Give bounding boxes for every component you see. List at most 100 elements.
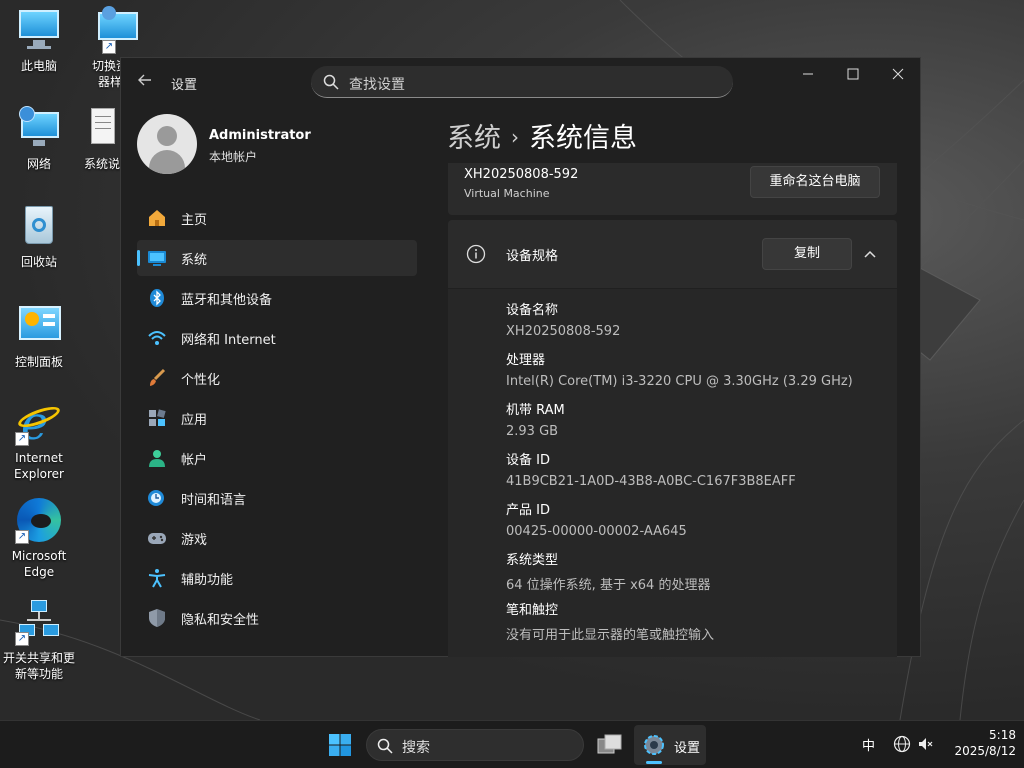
settings-search-input[interactable]: 查找设置 [311,66,733,98]
device-specs-body: 设备名称 XH20250808-592 处理器 Intel(R) Core(TM… [448,289,897,657]
brush-icon [150,368,166,386]
label-line: Edge [23,565,55,579]
device-model: Virtual Machine [464,187,550,200]
sidebar-item-accounts[interactable]: 帐户 [137,440,417,476]
sidebar-item-label: 个性化 [181,372,221,388]
device-name-card: XH20250808-592 Virtual Machine 重命名这台电脑 [448,163,897,215]
accessibility-icon [148,569,166,588]
spec-key: 处理器 [506,353,546,368]
sidebar-item-time-language[interactable]: 时间和语言 [137,480,417,516]
taskbar-app-settings[interactable]: 设置 [634,725,706,765]
sidebar-item-gaming[interactable]: 游戏 [137,520,417,556]
spec-value: 00425-00000-00002-AA645 [506,524,687,539]
computer-icon [15,6,63,54]
desktop-icon-this-pc[interactable]: 此电脑 [1,6,77,74]
spec-value: 41B9CB21-1A0D-43B8-A0BC-C167F3B8EAFF [506,474,796,489]
sidebar-item-privacy[interactable]: 隐私和安全性 [137,600,417,636]
sidebar-item-home[interactable]: 主页 [137,200,417,236]
running-indicator [646,761,662,764]
account-type: 本地帐户 [209,150,258,164]
taskbar-app-label: 设置 [674,741,701,756]
desktop-icon-network[interactable]: 网络 [1,104,77,172]
device-name: XH20250808-592 [464,167,579,182]
shield-icon [149,609,165,627]
computer-shortcut-icon: ↗ [92,6,140,54]
time-language-icon [148,490,164,506]
sidebar-item-network[interactable]: 网络和 Internet [137,320,417,356]
desktop-icon-label: 系统说 [83,157,120,171]
spec-value: 没有可用于此显示器的笔或触控输入 [506,628,715,643]
rename-pc-button[interactable]: 重命名这台电脑 [750,166,880,198]
info-icon [466,244,486,264]
network-share-icon: ↗ [15,598,63,646]
search-placeholder: 查找设置 [349,77,405,93]
sidebar-item-label: 隐私和安全性 [181,612,260,628]
close-icon [892,68,904,80]
spec-key: 机带 RAM [506,403,565,418]
desktop-icon-recycle-bin[interactable]: 回收站 [1,202,77,270]
spec-key: 笔和触控 [506,603,559,618]
device-specs-header[interactable]: 设备规格 复制 [448,220,897,288]
desktop-icon-readme[interactable]: 系统说 [80,104,124,172]
network-icon [15,104,63,152]
sidebar-item-bluetooth[interactable]: 蓝牙和其他设备 [137,280,417,316]
close-button[interactable] [875,58,921,90]
device-specs-title: 设备规格 [506,249,559,264]
edge-icon: ↗ [15,496,63,544]
copy-button[interactable]: 复制 [762,238,852,270]
internet-explorer-icon: e ↗ [15,398,63,446]
sidebar-item-label: 系统 [181,252,208,268]
spec-key: 产品 ID [506,503,550,518]
spec-value: Intel(R) Core(TM) i3-3220 CPU @ 3.30GHz … [506,374,853,389]
user-profile[interactable]: Administrator 本地帐户 [137,114,427,176]
apps-icon [149,409,166,426]
maximize-button[interactable] [830,58,876,90]
volume-muted-icon[interactable] [917,735,935,753]
taskbar: 搜索 设置 中 5:18 2025/8/12 [0,720,1024,768]
sidebar-item-system[interactable]: 系统 [137,240,417,276]
label-line: Internet [15,451,63,465]
desktop-icon-edge[interactable]: ↗ Microsoft Edge [1,496,77,580]
minimize-icon [803,73,813,75]
chevron-up-icon[interactable] [862,246,878,262]
sidebar-item-label: 游戏 [181,532,208,548]
breadcrumb: 系统 › 系统信息 [447,116,637,155]
sidebar-item-label: 主页 [181,212,208,228]
avatar [137,114,197,174]
settings-gear-icon [644,735,664,755]
sidebar-item-personalization[interactable]: 个性化 [137,360,417,396]
desktop-icon-label: 网络 [26,157,51,171]
spec-key: 设备 ID [506,453,550,468]
back-button[interactable] [133,70,157,94]
desktop-icon-label: 开关共享和更 新等功能 [3,650,75,682]
spec-value: 64 位操作系统, 基于 x64 的处理器 [506,578,711,593]
wifi-icon [148,331,166,345]
sidebar-nav: 主页 系统 蓝牙和其他设备 网络和 Internet 个性化 应用 帐户 时间和… [137,200,417,640]
breadcrumb-parent[interactable]: 系统 [447,123,501,154]
clock[interactable]: 5:18 2025/8/12 [944,727,1016,759]
desktop-icon-network-share[interactable]: ↗ 开关共享和更 新等功能 [1,598,77,682]
taskbar-search-label: 搜索 [402,740,430,756]
ime-indicator[interactable]: 中 [862,735,875,754]
sidebar-item-apps[interactable]: 应用 [137,400,417,436]
settings-window: 设置 查找设置 Administrator 本地帐户 主页 系统 蓝牙和其他设备… [120,57,921,657]
window-title: 设置 [171,78,198,93]
task-view-button[interactable] [597,733,623,757]
start-button[interactable] [328,733,352,757]
desktop-icon-control-panel[interactable]: 控制面板 [1,302,77,370]
network-globe-icon[interactable] [893,735,911,753]
taskbar-search[interactable]: 搜索 [366,729,584,761]
back-arrow-icon [138,74,151,86]
title-bar[interactable]: 设置 查找设置 [121,58,922,104]
desktop-icon-internet-explorer[interactable]: e ↗ Internet Explorer [1,398,77,482]
sidebar-item-accessibility[interactable]: 辅助功能 [137,560,417,596]
maximize-icon [847,68,859,80]
sidebar-item-label: 辅助功能 [181,572,234,588]
breadcrumb-separator: › [511,125,519,149]
minimize-button[interactable] [785,58,831,90]
spec-value: 2.93 GB [506,424,559,439]
label-line: 新等功能 [14,667,63,681]
desktop-icon-label: 回收站 [20,255,57,269]
sidebar-item-label: 帐户 [181,452,208,468]
spec-value: XH20250808-592 [506,324,621,339]
